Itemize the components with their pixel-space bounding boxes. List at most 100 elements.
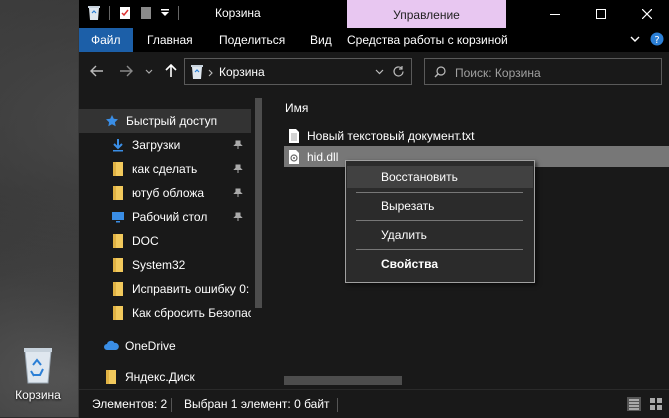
toolbar-separator [109, 6, 110, 20]
desktop-recycle-bin[interactable]: Корзина [6, 345, 70, 402]
context-separator [356, 249, 523, 250]
nav-item-label: ютуб обложа [132, 186, 205, 200]
nav-item-yandex-disk[interactable]: Яндекс.Диск [79, 365, 251, 389]
nav-item-kak-sdelat[interactable]: как сделать [79, 157, 251, 181]
chevron-right-icon[interactable] [208, 69, 213, 77]
folder-icon [110, 185, 126, 201]
folder-icon [110, 257, 126, 273]
chevron-down-icon[interactable] [630, 35, 640, 43]
search-icon [434, 66, 446, 78]
close-button[interactable] [624, 0, 669, 28]
search-box[interactable] [424, 58, 662, 85]
context-separator [356, 220, 523, 221]
pin-icon[interactable] [233, 164, 243, 174]
nav-item-quick-access[interactable]: Быстрый доступ [79, 109, 251, 133]
dll-file-icon [287, 149, 303, 165]
address-bar[interactable]: Корзина [184, 58, 412, 85]
context-menu: Восстановить Вырезать Удалить Свойства [345, 160, 535, 283]
large-icons-view-icon[interactable] [649, 397, 663, 411]
file-name: hid.dll [307, 149, 339, 164]
toolbar-separator [178, 6, 179, 20]
context-separator [356, 192, 523, 193]
recycle-bin-icon [24, 348, 52, 384]
maximize-button[interactable] [578, 0, 624, 28]
tab-view[interactable]: Вид [310, 28, 332, 52]
tab-manage[interactable]: Управление [347, 0, 506, 28]
ribbon-tabs: Файл Главная Поделиться Вид Средства раб… [79, 28, 669, 53]
column-header-name[interactable]: Имя [285, 101, 308, 115]
status-separator [337, 398, 338, 412]
status-item-count: Элементов: 2 [92, 397, 168, 411]
file-name: Новый текстовый документ.txt [307, 128, 475, 143]
minimize-icon [550, 14, 560, 15]
recent-locations-icon[interactable] [145, 69, 153, 75]
context-properties[interactable]: Свойства [347, 253, 533, 275]
nav-item-label: Исправить ошибку 0: [132, 282, 250, 296]
folder-icon [110, 233, 126, 249]
help-icon[interactable]: ? [650, 32, 664, 46]
search-input[interactable] [453, 63, 657, 82]
nav-item-label: Загрузки [132, 138, 181, 152]
desktop-icon [110, 209, 126, 225]
nav-item-label: как сделать [132, 162, 198, 176]
details-view-icon[interactable] [627, 397, 641, 411]
nav-item-label: Быстрый доступ [126, 114, 218, 128]
file-row[interactable]: Новый текстовый документ.txt [284, 125, 669, 146]
cloud-icon [103, 338, 119, 354]
nav-item-downloads[interactable]: Загрузки [79, 133, 251, 157]
nav-item-onedrive[interactable]: OneDrive [79, 334, 251, 358]
quick-access-toolbar [87, 5, 179, 21]
back-arrow-icon[interactable] [90, 65, 104, 77]
chevron-down-icon[interactable] [375, 69, 384, 75]
svg-text:?: ? [654, 35, 659, 46]
navigation-pane: Быстрый доступ Загрузки как сделать ютуб… [79, 95, 265, 389]
tab-file[interactable]: Файл [79, 28, 133, 52]
tab-share[interactable]: Поделиться [219, 28, 285, 52]
nav-item-label: Яндекс.Диск [125, 370, 195, 384]
nav-item-desktop[interactable]: Рабочий стол [79, 205, 251, 229]
up-arrow-icon[interactable] [165, 64, 177, 78]
address-path: Корзина [219, 65, 265, 79]
window-title: Корзина [215, 6, 261, 20]
nav-item-label: OneDrive [125, 339, 176, 353]
context-delete[interactable]: Удалить [347, 224, 533, 246]
folder-icon [110, 305, 126, 321]
recycle-bin-small-icon [191, 65, 203, 79]
file-list-scrollbar-thumb[interactable] [284, 376, 402, 385]
yandex-disk-icon [103, 369, 119, 385]
status-bar: Элементов: 2 Выбран 1 элемент: 0 байт [79, 389, 669, 418]
context-restore[interactable]: Восстановить [347, 166, 533, 188]
nav-scrollbar-thumb[interactable] [255, 98, 262, 308]
nav-item-label: System32 [132, 258, 186, 272]
nav-item-kak-sbrosit[interactable]: Как сбросить Безопас [79, 301, 251, 325]
star-icon [104, 113, 120, 129]
refresh-icon[interactable] [392, 65, 405, 78]
nav-scrollbar[interactable] [251, 95, 265, 389]
context-cut[interactable]: Вырезать [347, 195, 533, 217]
minimize-button[interactable] [532, 0, 578, 28]
customize-toolbar-icon[interactable] [160, 8, 170, 18]
nav-item-doc[interactable]: DOC [79, 229, 251, 253]
file-list-scrollbar[interactable] [266, 372, 669, 389]
folder-icon [110, 281, 126, 297]
maximize-icon [596, 9, 606, 19]
tab-home[interactable]: Главная [147, 28, 193, 52]
properties-icon[interactable] [118, 5, 132, 21]
forward-arrow-icon[interactable] [119, 65, 133, 77]
pin-icon[interactable] [233, 188, 243, 198]
close-icon [642, 9, 652, 19]
desktop-icon-label: Корзина [15, 388, 61, 402]
pin-icon[interactable] [233, 140, 243, 150]
nav-item-label: DOC [132, 234, 159, 248]
new-folder-icon[interactable] [140, 5, 152, 21]
tab-recycle-bin-tools[interactable]: Средства работы с корзиной [347, 28, 508, 52]
nav-item-ispravit-oshibku[interactable]: Исправить ошибку 0: [79, 277, 251, 301]
status-selection: Выбран 1 элемент: 0 байт [184, 397, 330, 411]
title-bar: Корзина Управление [79, 0, 669, 28]
nav-item-youtube-oblozha[interactable]: ютуб обложа [79, 181, 251, 205]
recycle-bin-small-icon [88, 6, 100, 20]
pin-icon[interactable] [233, 212, 243, 222]
nav-item-label: Рабочий стол [132, 210, 208, 224]
nav-item-system32[interactable]: System32 [79, 253, 251, 277]
nav-item-label: Как сбросить Безопас [132, 306, 251, 320]
